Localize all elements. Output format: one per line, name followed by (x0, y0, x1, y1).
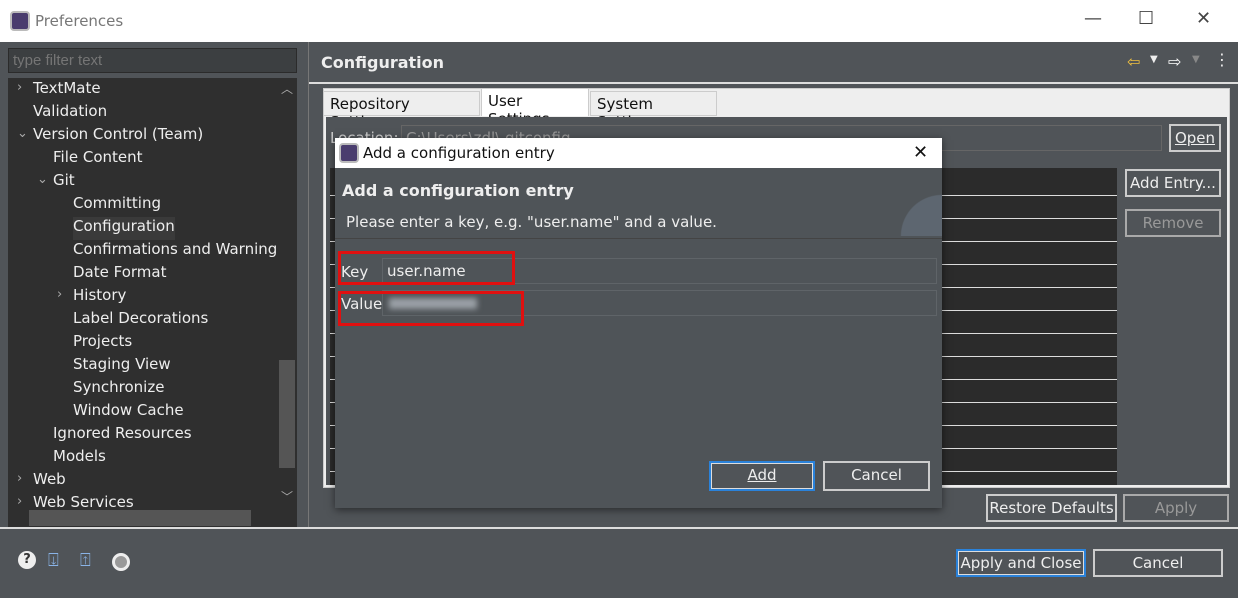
oomph-icon[interactable] (112, 553, 130, 571)
tree-item[interactable]: Validation (33, 102, 107, 125)
cancel-button[interactable]: Cancel (1093, 549, 1223, 577)
divider (308, 42, 309, 528)
add-entry-button[interactable]: Add Entry... (1125, 169, 1221, 197)
open-button[interactable]: Open (1169, 124, 1221, 152)
title-bar: Preferences — ☐ ✕ (0, 0, 1238, 42)
tree-item-label: File Content (53, 148, 143, 166)
chevron-right-icon[interactable]: › (17, 494, 22, 509)
chevron-right-icon[interactable]: › (17, 80, 22, 95)
tree-item[interactable]: Models (53, 447, 106, 470)
tree-item[interactable]: Committing (73, 194, 161, 217)
eclipse-icon (339, 143, 359, 163)
banner-graphic (865, 170, 942, 236)
minimize-button[interactable]: — (1084, 8, 1102, 29)
back-arrow-icon[interactable]: ⇦ (1127, 52, 1140, 71)
tree-item[interactable]: Synchronize (73, 378, 164, 401)
back-menu-icon[interactable]: ▼ (1150, 54, 1158, 65)
tree-item-label: Configuration (73, 217, 175, 235)
tab-system-settings[interactable]: System Settings (590, 91, 717, 131)
maximize-button[interactable]: ☐ (1138, 8, 1154, 29)
tree-item-label: Projects (73, 332, 133, 350)
tree-item-label: Ignored Resources (53, 424, 192, 442)
export-icon[interactable]: ⍐ (80, 550, 91, 571)
chevron-right-icon[interactable]: › (17, 471, 22, 486)
help-icon[interactable]: ? (18, 551, 36, 569)
window-title: Preferences (35, 12, 124, 30)
tree-item-label: Staging View (73, 355, 171, 373)
eclipse-icon (10, 11, 30, 31)
remove-button[interactable]: Remove (1125, 209, 1221, 237)
tree-scroll-thumb[interactable] (279, 360, 295, 468)
tree-item-label: Date Format (73, 263, 167, 281)
tree-item[interactable]: Configuration (73, 217, 175, 240)
more-menu-icon[interactable]: ⋮ (1214, 50, 1230, 69)
tree-item-label: Committing (73, 194, 162, 212)
close-button[interactable]: ✕ (1196, 8, 1211, 29)
preference-tree: › TextMate Validation ⌄ Version Control (Tea… (8, 78, 297, 528)
tree-item[interactable]: › TextMate (17, 79, 101, 102)
page-title: Configuration (321, 53, 445, 72)
highlight-box-key (338, 251, 515, 285)
add-button[interactable]: Add (709, 461, 815, 491)
tab-repository-settings[interactable]: Repository Settings (323, 91, 480, 131)
import-icon[interactable]: ⍗ (48, 550, 59, 571)
tree-hscroll-thumb[interactable] (29, 510, 251, 526)
scroll-up-icon[interactable]: ︿ (281, 80, 293, 97)
tree-item[interactable]: Staging View (73, 355, 171, 378)
dialog-description: Please enter a key, e.g. "user.name" and… (346, 213, 717, 231)
divider (335, 238, 942, 239)
header-divider (309, 82, 1238, 84)
highlight-box-value (338, 291, 524, 326)
tab-user-settings[interactable]: User Settings (481, 88, 589, 128)
apply-button[interactable]: Apply (1123, 494, 1229, 522)
tree-item-label: Validation (33, 102, 108, 120)
tree-item-label: Web (33, 470, 66, 488)
dialog-title: Add a configuration entry (363, 144, 555, 162)
tree-item[interactable]: File Content (53, 148, 143, 171)
filter-input[interactable] (8, 48, 297, 73)
add-config-entry-dialog: Add a configuration entry ✕ Add a config… (335, 138, 942, 508)
tree-item[interactable]: Date Format (73, 263, 166, 286)
footer-divider (0, 527, 1238, 529)
tree-item-label: Git (53, 171, 75, 189)
tree-item-label: Version Control (Team) (33, 125, 204, 143)
tree-item[interactable]: Window Cache (73, 401, 184, 424)
tree-item-label: History (73, 286, 127, 304)
chevron-down-icon[interactable]: ⌄ (17, 126, 28, 141)
chevron-right-icon[interactable]: › (57, 287, 62, 302)
tree-item-label: Confirmations and Warnings (73, 240, 286, 258)
add-label: Add (747, 466, 777, 484)
tree-item[interactable]: Projects (73, 332, 132, 355)
tree-item[interactable]: Label Decorations (73, 309, 208, 332)
dialog-heading: Add a configuration entry (342, 181, 574, 200)
tree-item[interactable]: Ignored Resources (53, 424, 192, 447)
tree-item[interactable]: ⌄ Git (37, 171, 75, 194)
tree-item[interactable]: › Web (17, 470, 66, 493)
forward-menu-icon[interactable]: ▼ (1192, 54, 1200, 65)
dialog-title-bar: Add a configuration entry ✕ (335, 138, 942, 168)
dialog-cancel-button[interactable]: Cancel (823, 461, 930, 491)
tree-item[interactable]: Confirmations and Warnings (73, 240, 285, 263)
open-label: Open (1174, 129, 1216, 147)
tree-item-label: Synchronize (73, 378, 165, 396)
apply-and-close-button[interactable]: Apply and Close (956, 549, 1086, 577)
chevron-down-icon[interactable]: ⌄ (37, 172, 48, 187)
forward-arrow-icon[interactable]: ⇨ (1168, 52, 1181, 71)
restore-defaults-button[interactable]: Restore Defaults (986, 494, 1117, 522)
scroll-down-icon[interactable]: ﹀ (281, 488, 293, 505)
tree-item-label: TextMate (33, 79, 101, 97)
dialog-close-button[interactable]: ✕ (913, 142, 928, 163)
tree-item-label: Models (53, 447, 106, 465)
tree-item[interactable]: ⌄ Version Control (Team) (17, 125, 204, 148)
tree-item-label: Window Cache (73, 401, 184, 419)
tree-item-label: Label Decorations (73, 309, 209, 327)
tree-item[interactable]: › History (57, 286, 127, 309)
